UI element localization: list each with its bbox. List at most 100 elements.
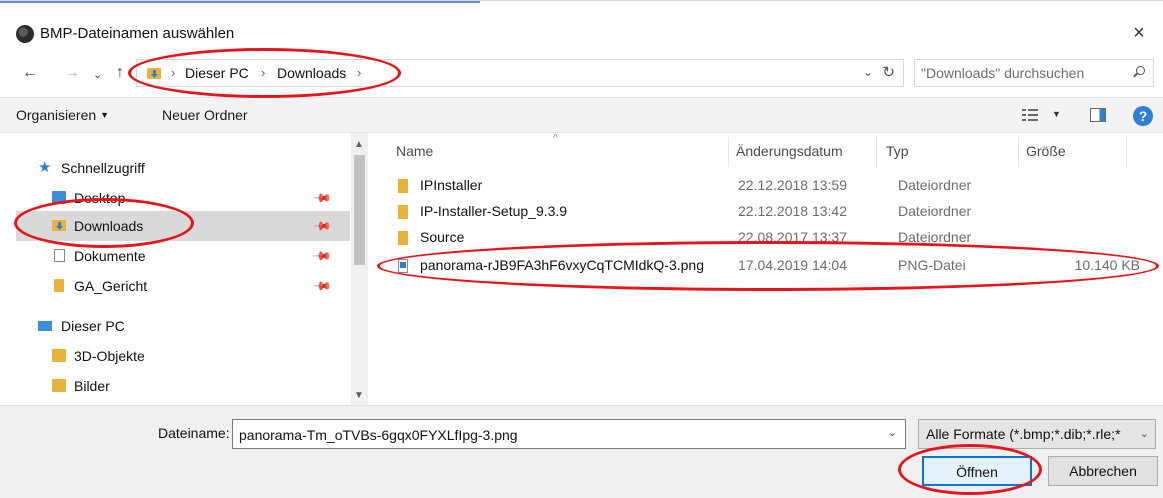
sidebar-item-ga-gericht[interactable]: GA_Gericht 📌 xyxy=(16,271,350,301)
navigation-pane: ★ Schnellzugriff Desktop 📌 Downloads 📌 D… xyxy=(0,133,368,405)
file-type: Dateiordner xyxy=(898,177,972,193)
file-date: 22.08.2017 13:37 xyxy=(738,229,847,245)
column-header-date[interactable]: Änderungsdatum xyxy=(736,143,843,167)
sidebar-item-pictures[interactable]: Bilder xyxy=(16,371,350,401)
bottom-panel: Dateiname: ⌄ Alle Formate (*.bmp;*.dib;*… xyxy=(0,405,1163,498)
folder-icon xyxy=(398,231,408,245)
png-file-icon xyxy=(398,259,408,273)
pin-icon[interactable]: 📌 xyxy=(312,216,332,236)
open-button[interactable]: Öffnen xyxy=(922,456,1032,486)
table-row[interactable]: panorama-rJB9FA3hF6vxyCqTCMIdkQ-3.png 17… xyxy=(380,253,1140,279)
breadcrumb-separator[interactable]: › xyxy=(261,65,265,80)
file-list: ^ Name Änderungsdatum Typ Größe IPInstal… xyxy=(368,133,1163,405)
table-row[interactable]: IPInstaller 22.12.2018 13:59 Dateiordner xyxy=(380,173,1138,199)
address-row: ← → ⌄ ↑ › Dieser PC › Downloads › ⌄ ↻ xyxy=(0,55,1163,91)
pin-icon[interactable]: 📌 xyxy=(312,276,332,296)
file-date: 17.04.2019 14:04 xyxy=(738,257,847,273)
cancel-button[interactable]: Abbrechen xyxy=(1048,456,1158,486)
sidebar-item-label: GA_Gericht xyxy=(74,278,148,294)
sidebar-item-label: Downloads xyxy=(74,218,144,234)
sidebar-item-downloads[interactable]: Downloads 📌 xyxy=(16,211,350,241)
address-bar[interactable]: › Dieser PC › Downloads › ⌄ ↻ xyxy=(136,59,904,87)
computer-icon xyxy=(38,321,52,331)
help-icon[interactable]: ? xyxy=(1133,106,1153,126)
organize-menu-button[interactable]: Organisieren ▼ xyxy=(16,107,109,123)
column-divider[interactable] xyxy=(876,137,877,167)
file-date: 22.12.2018 13:42 xyxy=(738,203,847,219)
recent-locations-chevron-icon[interactable]: ⌄ xyxy=(93,65,102,85)
pictures-icon xyxy=(52,379,66,392)
file-type: Dateiordner xyxy=(898,229,972,245)
dropdown-arrow-icon: ▼ xyxy=(100,110,110,120)
documents-icon xyxy=(54,249,65,262)
forward-arrow-icon[interactable]: → xyxy=(64,63,80,83)
file-open-dialog: BMP-Dateinamen auswählen × ← → ⌄ ↑ › Die… xyxy=(0,0,1163,498)
title-bar: BMP-Dateinamen auswählen × xyxy=(0,15,1163,49)
search-input[interactable] xyxy=(921,63,1121,83)
sidebar-scrollbar[interactable]: ▲ ▼ xyxy=(351,133,368,405)
table-row[interactable]: IP-Installer-Setup_9.3.9 22.12.2018 13:4… xyxy=(380,199,1138,225)
file-type: Dateiordner xyxy=(898,203,972,219)
sidebar-item-label: 3D-Objekte xyxy=(74,348,145,364)
star-icon: ★ xyxy=(38,159,52,176)
desktop-icon xyxy=(52,191,66,204)
column-divider[interactable] xyxy=(1126,137,1127,167)
filter-dropdown-chevron-icon[interactable]: ⌄ xyxy=(1140,427,1149,440)
scroll-up-arrow-icon[interactable]: ▲ xyxy=(354,139,364,150)
sidebar-item-label: Dokumente xyxy=(74,248,146,264)
column-divider[interactable] xyxy=(728,137,729,167)
file-size: 10.140 KB xyxy=(1074,257,1140,273)
filename-label: Dateiname: xyxy=(158,425,230,441)
sidebar-item-label: Desktop xyxy=(74,190,126,206)
file-type-filter-select[interactable]: Alle Formate (*.bmp;*.dib;*.rle;* ⌄ xyxy=(918,419,1156,449)
file-date: 22.12.2018 13:59 xyxy=(738,177,847,193)
sort-caret-icon: ^ xyxy=(553,133,558,144)
search-icon[interactable] xyxy=(1133,66,1145,78)
file-type: PNG-Datei xyxy=(898,257,966,273)
3d-objects-icon xyxy=(52,349,66,362)
preview-pane-icon[interactable] xyxy=(1090,108,1106,122)
downloads-folder-icon xyxy=(52,219,66,232)
close-icon[interactable]: × xyxy=(1129,21,1149,45)
filename-dropdown-chevron-icon[interactable]: ⌄ xyxy=(888,426,897,439)
breadcrumb-separator[interactable]: › xyxy=(357,65,361,80)
breadcrumb-separator[interactable]: › xyxy=(171,65,175,80)
column-header-size[interactable]: Größe xyxy=(1026,143,1066,167)
pin-icon[interactable]: 📌 xyxy=(312,246,332,266)
breadcrumb-this-pc[interactable]: Dieser PC xyxy=(185,65,249,81)
folder-icon xyxy=(398,205,408,219)
sidebar-item-desktop[interactable]: Desktop 📌 xyxy=(16,183,350,213)
command-bar: Organisieren ▼ Neuer Ordner ▼ ? xyxy=(0,97,1163,133)
sidebar-item-documents[interactable]: Dokumente 📌 xyxy=(16,241,350,271)
downloads-folder-icon xyxy=(147,66,161,80)
refresh-icon[interactable]: ↻ xyxy=(882,63,895,81)
column-header-name[interactable]: Name xyxy=(396,143,433,167)
app-icon xyxy=(16,25,34,43)
new-folder-button[interactable]: Neuer Ordner xyxy=(162,107,248,123)
breadcrumb-downloads[interactable]: Downloads xyxy=(277,65,346,81)
address-dropdown-chevron-icon[interactable]: ⌄ xyxy=(863,65,873,79)
folder-icon xyxy=(54,279,64,292)
scrollbar-thumb[interactable] xyxy=(354,155,365,265)
column-divider[interactable] xyxy=(1018,137,1019,167)
sidebar-item-3d-objects[interactable]: 3D-Objekte xyxy=(16,341,350,371)
scroll-down-arrow-icon[interactable]: ▼ xyxy=(354,390,364,401)
sidebar-item-label: Dieser PC xyxy=(61,318,125,334)
file-name: IPInstaller xyxy=(420,177,483,193)
column-header-row: ^ Name Änderungsdatum Typ Größe xyxy=(368,133,1163,171)
pin-icon[interactable]: 📌 xyxy=(312,188,332,208)
sidebar-item-label: Schnellzugriff xyxy=(61,160,145,176)
back-arrow-icon[interactable]: ← xyxy=(22,63,38,83)
column-header-type[interactable]: Typ xyxy=(886,143,909,167)
up-arrow-icon[interactable]: ↑ xyxy=(116,63,124,83)
filename-input[interactable] xyxy=(239,425,879,445)
view-dropdown-arrow-icon[interactable]: ▼ xyxy=(1052,109,1061,119)
sidebar-item-quick-access[interactable]: ★ Schnellzugriff xyxy=(16,153,350,183)
table-row[interactable]: Source 22.08.2017 13:37 Dateiordner xyxy=(380,225,1138,251)
filename-combobox[interactable]: ⌄ xyxy=(232,419,906,449)
view-options-icon[interactable] xyxy=(1022,108,1038,122)
search-box[interactable] xyxy=(914,59,1154,87)
file-type-filter-value: Alle Formate (*.bmp;*.dib;*.rle;* xyxy=(926,426,1121,442)
sidebar-item-label: Bilder xyxy=(74,378,110,394)
sidebar-item-this-pc[interactable]: Dieser PC xyxy=(16,311,350,341)
